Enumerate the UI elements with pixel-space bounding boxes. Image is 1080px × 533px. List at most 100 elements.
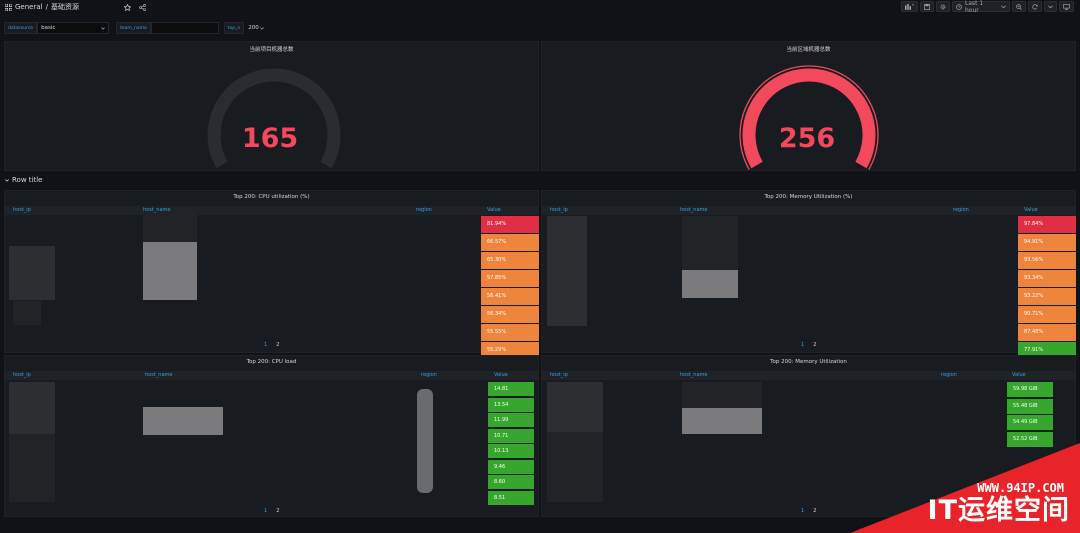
settings-button[interactable] bbox=[936, 1, 950, 12]
refresh-icon bbox=[1032, 3, 1038, 10]
gear-icon bbox=[940, 4, 946, 10]
dashboard-title[interactable]: 基础资源 bbox=[51, 2, 79, 12]
column-header-region[interactable]: region bbox=[416, 207, 432, 213]
variable-label-team-name: team_name bbox=[116, 22, 151, 34]
panel-title: Top 200: CPU utilization (%) bbox=[233, 194, 310, 200]
refresh-interval-button[interactable] bbox=[1044, 1, 1057, 12]
redacted-host-name bbox=[143, 213, 197, 242]
column-header-value[interactable]: Value bbox=[487, 207, 501, 213]
column-header-value[interactable]: Value bbox=[1024, 207, 1038, 213]
column-header-host-ip[interactable]: host_ip bbox=[550, 207, 568, 213]
page-1-link[interactable]: 1 bbox=[264, 342, 267, 348]
refresh-button[interactable] bbox=[1028, 1, 1042, 12]
value-cell: 55.55% bbox=[481, 324, 539, 341]
datasource-select[interactable]: basic bbox=[37, 22, 110, 34]
value-cell: 56.41% bbox=[481, 288, 539, 305]
column-header-region[interactable]: region bbox=[953, 207, 969, 213]
team-name-select[interactable] bbox=[150, 22, 219, 34]
breadcrumb-separator: / bbox=[45, 3, 48, 11]
value-cell: 14.81 bbox=[488, 382, 534, 396]
clock-icon bbox=[956, 3, 962, 10]
monitor-icon bbox=[1063, 3, 1070, 10]
redacted-host-name bbox=[143, 407, 223, 435]
redacted-host-ip bbox=[547, 432, 603, 502]
column-header-host-name[interactable]: host_name bbox=[680, 372, 707, 378]
page-2-link[interactable]: 2 bbox=[813, 342, 816, 348]
chevron-down-icon bbox=[101, 26, 105, 30]
row-title: Row title bbox=[12, 176, 43, 184]
star-icon[interactable] bbox=[123, 3, 131, 11]
dashboard-grid-icon bbox=[5, 3, 12, 11]
value-cell: 97.84% bbox=[1018, 216, 1076, 233]
value-cell: 11.99 bbox=[488, 413, 534, 427]
zoom-out-button[interactable] bbox=[1012, 1, 1026, 12]
redacted-host-name bbox=[143, 242, 197, 300]
pagination: 1 2 bbox=[801, 508, 816, 514]
value-cell: 93.34% bbox=[1018, 270, 1076, 287]
column-header-region[interactable]: region bbox=[421, 372, 437, 378]
page-2-link[interactable]: 2 bbox=[276, 508, 279, 514]
column-header-host-name[interactable]: host_name bbox=[145, 372, 172, 378]
value-cell: 10.13 bbox=[488, 444, 534, 458]
page-2-link[interactable]: 2 bbox=[813, 508, 816, 514]
watermark-name: IT运维空间 bbox=[927, 495, 1070, 526]
page-1-link[interactable]: 1 bbox=[801, 342, 804, 348]
value-cell: 10.71 bbox=[488, 428, 534, 443]
column-header-region[interactable]: region bbox=[941, 372, 957, 378]
value-cell: 55.48 GiB bbox=[1007, 398, 1053, 414]
tv-mode-button[interactable] bbox=[1059, 1, 1074, 12]
value-cell: 94.91% bbox=[1018, 234, 1076, 251]
variable-label-datasource: datasource bbox=[4, 22, 38, 34]
share-icon[interactable] bbox=[139, 3, 146, 11]
page-1-link[interactable]: 1 bbox=[801, 508, 804, 514]
redacted-host-name bbox=[682, 408, 762, 434]
save-icon bbox=[924, 3, 930, 10]
table-header: host_ip host_name region Value bbox=[5, 371, 538, 380]
column-header-host-ip[interactable]: host_ip bbox=[13, 372, 31, 378]
value-cell: 90.71% bbox=[1018, 306, 1076, 323]
add-panel-button[interactable]: + bbox=[901, 1, 918, 12]
row-header[interactable]: Row title bbox=[5, 176, 42, 184]
redacted-host-name bbox=[682, 382, 762, 408]
value-cell: 13.54 bbox=[488, 397, 534, 412]
top-n-select[interactable]: 200 bbox=[244, 22, 268, 34]
panel-title: Top 200: CPU load bbox=[246, 359, 297, 365]
chevron-down-icon bbox=[1001, 4, 1006, 9]
redacted-host-ip bbox=[9, 246, 55, 300]
top-n-value: 200 bbox=[248, 25, 259, 31]
value-cell: 54.49 GiB bbox=[1007, 415, 1053, 430]
column-header-value[interactable]: Value bbox=[494, 372, 508, 378]
redacted-host-ip bbox=[13, 301, 41, 325]
region-machine-count-panel: 当前区域机器总数 256 bbox=[541, 41, 1076, 171]
save-dashboard-button[interactable] bbox=[920, 1, 934, 12]
gauge-value: 256 bbox=[778, 123, 836, 154]
chevron-down-icon bbox=[5, 176, 9, 184]
page-1-link[interactable]: 1 bbox=[264, 508, 267, 514]
cpu-load-table-panel: Top 200: CPU load host_ip host_name regi… bbox=[4, 355, 539, 517]
table-header: host_ip host_name region Value bbox=[5, 206, 538, 215]
column-header-value[interactable]: Value bbox=[1012, 372, 1026, 378]
top-bar: General / 基础资源 + La bbox=[0, 0, 1080, 14]
chevron-down-icon bbox=[1048, 4, 1053, 9]
variable-label-top-n: top_n bbox=[223, 22, 245, 34]
pagination: 1 2 bbox=[801, 342, 816, 348]
time-picker[interactable]: Last 1 hour bbox=[952, 0, 1010, 14]
cpu-utilization-table-panel: Top 200: CPU utilization (%) host_ip hos… bbox=[4, 190, 539, 359]
page-2-link[interactable]: 2 bbox=[276, 342, 279, 348]
panel-title: Top 200: Memory Utilization bbox=[770, 359, 847, 365]
column-header-host-ip[interactable]: host_ip bbox=[13, 207, 31, 213]
value-cell: 65.30% bbox=[481, 252, 539, 269]
value-cell: 93.56% bbox=[1018, 252, 1076, 269]
add-panel-icon: + bbox=[905, 3, 914, 10]
value-cell: 81.94% bbox=[481, 216, 539, 233]
variables-bar: datasource basic team_name top_n 200 bbox=[4, 22, 268, 34]
column-header-host-name[interactable]: host_name bbox=[680, 207, 707, 213]
gauge-value: 165 bbox=[241, 123, 299, 154]
value-cell: 9.46 bbox=[488, 459, 534, 474]
breadcrumb: General / 基础资源 bbox=[5, 2, 146, 12]
redacted-host-ip bbox=[547, 382, 603, 432]
project-machine-count-panel: 当前项目机器总数 165 bbox=[4, 41, 539, 171]
redacted-host-ip bbox=[9, 434, 55, 502]
breadcrumb-folder[interactable]: General bbox=[15, 3, 43, 11]
column-header-host-ip[interactable]: host_ip bbox=[550, 372, 568, 378]
